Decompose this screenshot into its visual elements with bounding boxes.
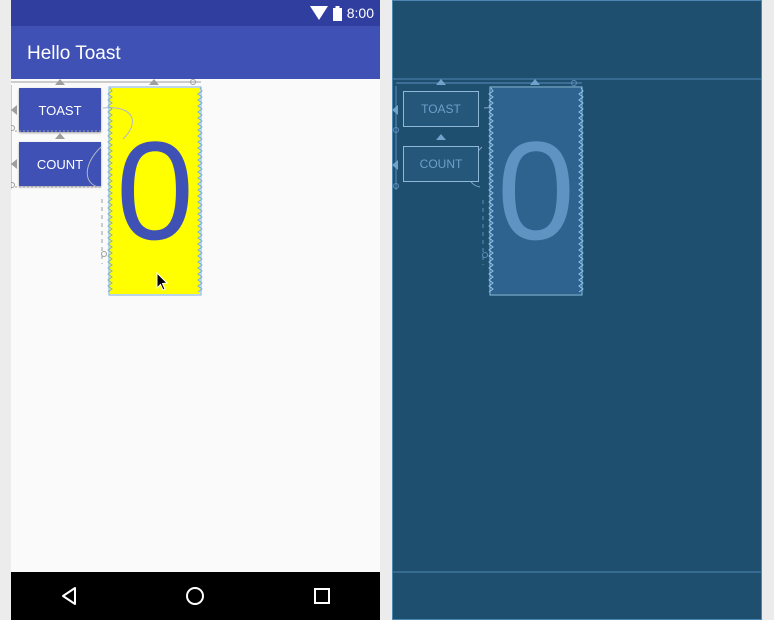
status-icons: 8:00 — [309, 5, 374, 21]
navigation-bar — [11, 572, 380, 620]
count-textview[interactable]: 0 — [110, 88, 200, 294]
app-bar: Hello Toast — [11, 26, 380, 79]
battery-icon — [332, 5, 342, 21]
blueprint-toast-button[interactable]: TOAST — [403, 91, 479, 127]
blueprint-count-button[interactable]: COUNT — [403, 146, 479, 182]
app-title: Hello Toast — [27, 43, 121, 64]
textview-top-anchor-icon — [149, 79, 159, 85]
count-value: 0 — [116, 112, 194, 269]
blueprint-count-label: COUNT — [419, 157, 463, 171]
home-circle-icon[interactable] — [183, 584, 207, 608]
blueprint-toast-label: TOAST — [421, 102, 461, 116]
toast-button-label: TOAST — [38, 102, 82, 118]
status-bar: 8:00 — [11, 0, 380, 26]
back-triangle-icon[interactable] — [57, 584, 81, 608]
recents-square-icon[interactable] — [310, 584, 334, 608]
count-button-label: COUNT — [36, 156, 84, 172]
blueprint-count-textview[interactable]: 0 — [491, 88, 581, 294]
layout-canvas[interactable]: TOAST COUNT 0 — [11, 79, 380, 572]
count-button[interactable]: COUNT — [19, 142, 101, 186]
toast-left-anchor-icon — [11, 105, 17, 115]
blueprint-count-value: 0 — [497, 112, 575, 269]
wifi-icon — [309, 6, 328, 20]
design-view: 8:00 Hello Toast TOAST COUNT 0 — [11, 0, 380, 620]
count-top-anchor-icon — [55, 133, 65, 139]
blueprint-view: TOAST COUNT 0 — [392, 0, 762, 620]
toast-button[interactable]: TOAST — [19, 88, 101, 132]
count-left-anchor-icon — [11, 159, 17, 169]
status-time: 8:00 — [346, 5, 374, 21]
toast-top-anchor-icon — [55, 79, 65, 85]
